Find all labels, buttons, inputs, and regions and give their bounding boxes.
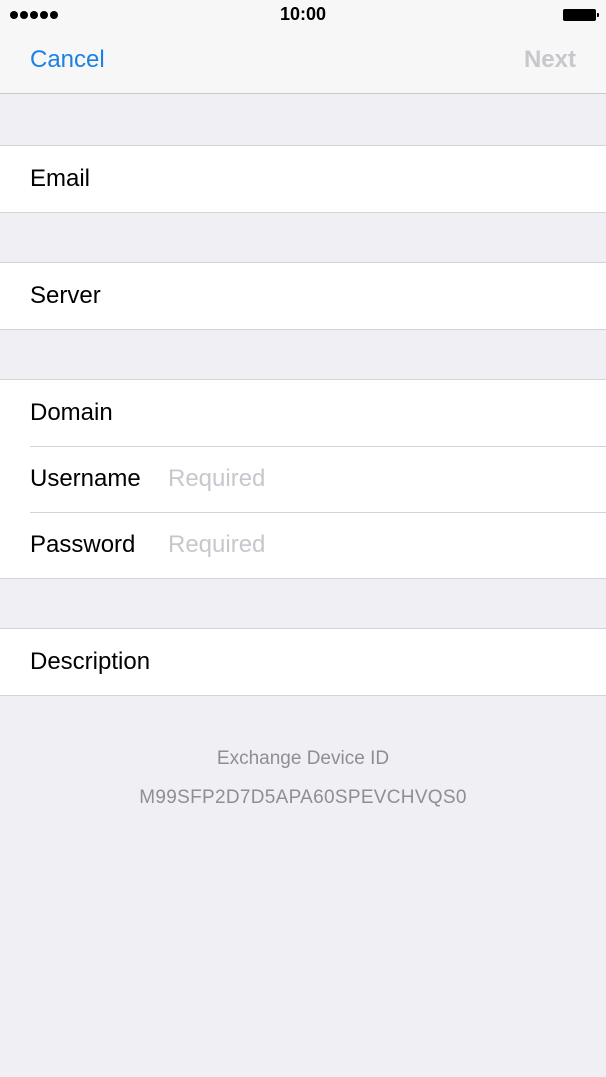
next-button[interactable]: Next	[524, 46, 576, 74]
domain-field[interactable]	[168, 393, 586, 433]
server-group: Server	[0, 262, 606, 330]
server-row[interactable]: Server	[0, 263, 606, 329]
username-label: Username	[30, 465, 141, 492]
description-field[interactable]	[168, 642, 586, 682]
exchange-account-screen: 10:00 Cancel Next Email Server Domain Us…	[0, 0, 606, 1077]
server-label: Server	[30, 282, 101, 309]
server-field[interactable]	[168, 276, 586, 316]
navigation-bar: 10:00 Cancel Next	[0, 0, 606, 94]
exchange-device-id-value: M99SFP2D7D5APA60SPEVCHVQS0	[139, 787, 467, 808]
description-group: Description	[0, 628, 606, 696]
exchange-device-id-title: Exchange Device ID	[216, 748, 390, 769]
email-row[interactable]: Email	[0, 146, 606, 212]
password-label: Password	[30, 531, 136, 558]
password-field[interactable]	[168, 525, 586, 565]
email-label: Email	[30, 165, 91, 192]
password-row[interactable]: Password	[0, 512, 606, 578]
domain-row[interactable]: Domain	[0, 380, 606, 446]
domain-label: Domain	[30, 399, 113, 426]
username-row[interactable]: Username	[0, 446, 606, 512]
status-time: 10:00	[279, 4, 327, 24]
description-label: Description	[30, 648, 151, 675]
status-bar: 10:00	[0, 0, 606, 30]
credentials-group: Domain Username Password	[0, 379, 606, 579]
email-group: Email	[0, 145, 606, 213]
cancel-button[interactable]: Cancel	[30, 46, 105, 74]
username-field[interactable]	[168, 459, 586, 499]
description-row[interactable]: Description	[0, 629, 606, 695]
battery-icon	[563, 9, 599, 21]
email-field[interactable]	[168, 159, 586, 199]
